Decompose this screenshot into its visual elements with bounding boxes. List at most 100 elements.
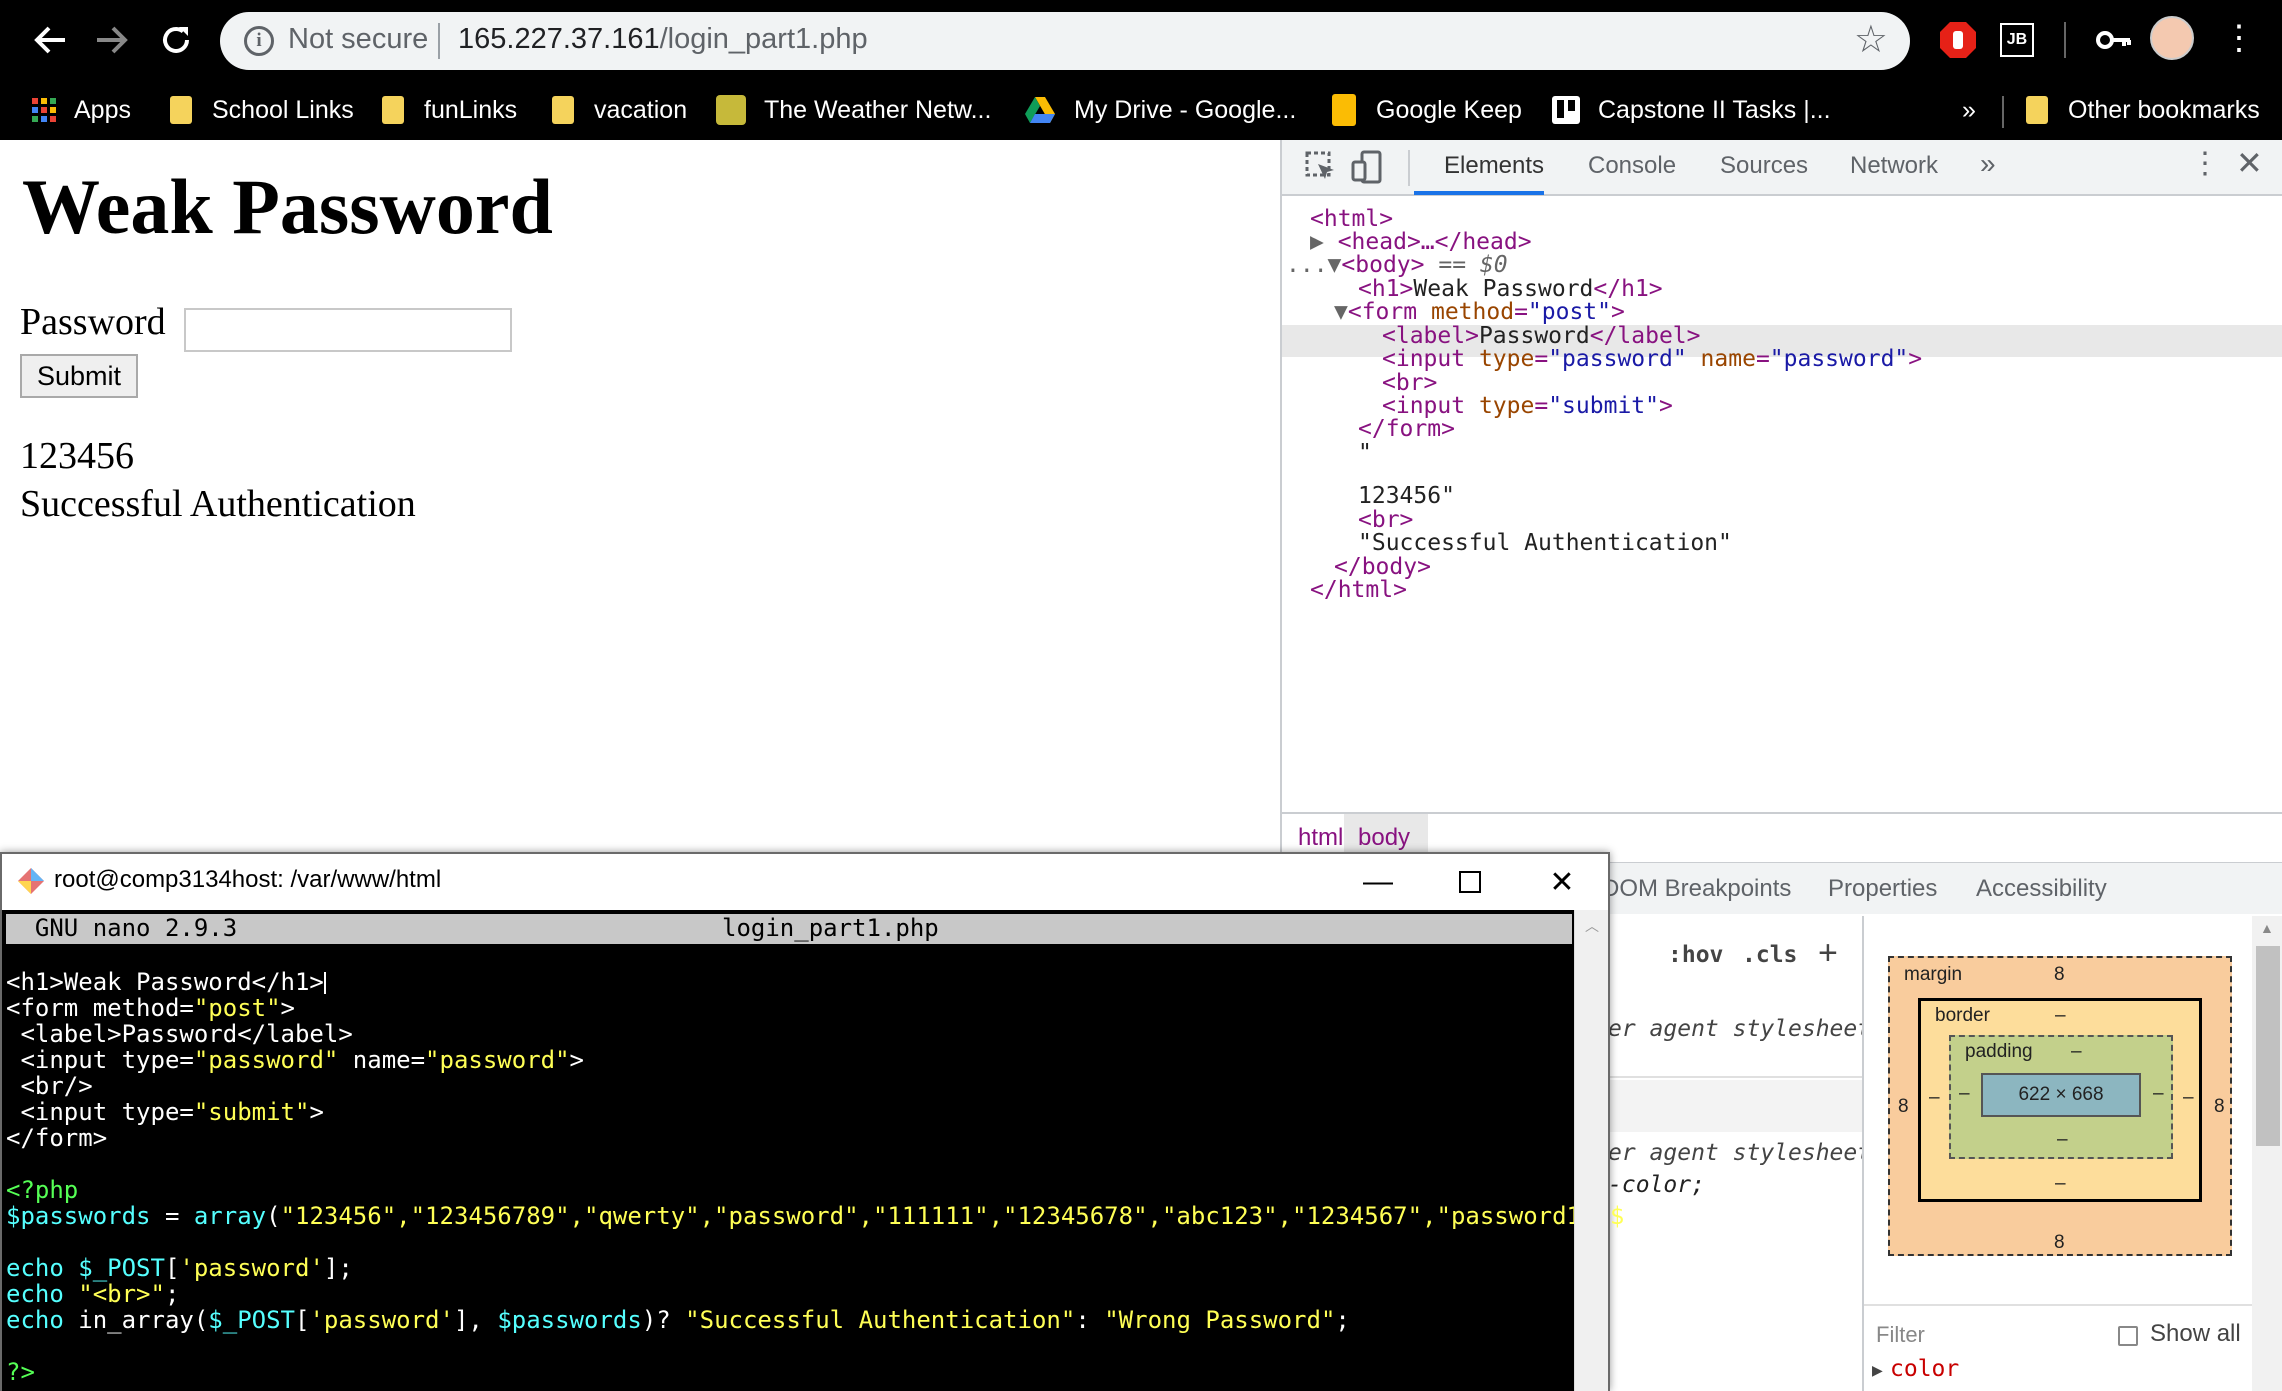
url-text[interactable]: 165.227.37.161/login_part1.php	[458, 23, 868, 56]
url-host: 165.227.37.161	[458, 23, 660, 55]
tab-network[interactable]: Network	[1850, 152, 1938, 180]
profile-avatar[interactable]	[2150, 16, 2194, 60]
code-line: echo in_array($_POST['password'], $passw…	[6, 1306, 1350, 1334]
bookmark-google-keep[interactable]: Google Keep	[1332, 88, 1522, 132]
address-bar[interactable]: i Not secure 165.227.37.161/login_part1.…	[220, 12, 1910, 70]
margin-right-value[interactable]: 8	[2214, 1096, 2225, 1118]
padding-bottom-value[interactable]: –	[2057, 1129, 2068, 1151]
url-path: /login_part1.php	[659, 23, 868, 55]
new-style-rule-button[interactable]: +	[1818, 934, 1838, 973]
padding-top-value[interactable]: –	[2071, 1041, 2082, 1063]
border-top-value[interactable]: –	[2055, 1005, 2066, 1027]
bookmark-funlinks[interactable]: funLinks	[382, 88, 517, 132]
scroll-up-icon[interactable]: ︿	[1585, 916, 1599, 936]
nano-header: GNU nano 2.9.3 login_part1.php	[6, 914, 1572, 944]
dom-node-input-password[interactable]: <input type="password" name="password">	[1382, 346, 1922, 372]
other-bookmarks[interactable]: Other bookmarks	[2026, 88, 2260, 132]
computed-filter-input[interactable]: Filter	[1876, 1322, 1925, 1348]
bookmark-capstone[interactable]: Capstone II Tasks |...	[1552, 88, 1831, 132]
active-tab-indicator	[1414, 191, 1544, 195]
folder-icon	[552, 96, 574, 124]
close-devtools-icon[interactable]: ✕	[2236, 144, 2263, 182]
tabs-overflow-button[interactable]: »	[1980, 148, 1996, 180]
cls-toggle[interactable]: .cls	[1742, 942, 1797, 968]
padding-left-value[interactable]: –	[1959, 1083, 1970, 1105]
margin-top-value[interactable]: 8	[2054, 964, 2065, 986]
hov-toggle[interactable]: :hov	[1668, 942, 1723, 968]
menu-kebab-icon[interactable]: ⋮	[2222, 18, 2256, 62]
maximize-icon[interactable]	[1424, 854, 1516, 910]
show-all-checkbox[interactable]	[2118, 1326, 2138, 1346]
dom-node-form-close[interactable]: </form>	[1358, 416, 1455, 442]
computed-property-color[interactable]: color	[1890, 1356, 1959, 1382]
back-arrow-icon[interactable]	[20, 10, 80, 70]
dom-text-result[interactable]: "Successful Authentication"	[1358, 530, 1732, 556]
code-line: ?>	[6, 1358, 35, 1386]
tab-sources[interactable]: Sources	[1720, 152, 1808, 180]
code-line: <br/>	[6, 1072, 93, 1100]
minimize-icon[interactable]: —	[1332, 854, 1424, 910]
devtools-menu-icon[interactable]: ⋮	[2190, 146, 2220, 181]
bookmark-label: The Weather Netw...	[764, 95, 992, 124]
forward-arrow-icon[interactable]	[82, 10, 142, 70]
bookmarks-overflow-button[interactable]: »	[1962, 88, 1976, 132]
password-input[interactable]	[184, 308, 512, 352]
style-rule-property[interactable]: -color;	[1608, 1172, 1705, 1198]
dom-node-form[interactable]: ▼<form method="post">	[1334, 299, 1625, 325]
security-label: Not secure	[288, 23, 429, 55]
info-icon[interactable]: i	[244, 26, 274, 56]
border-right-value[interactable]: –	[2183, 1087, 2194, 1109]
terminal-titlebar[interactable]: root@comp3134host: /var/www/html — ✕	[2, 854, 1608, 910]
terminal-title: root@comp3134host: /var/www/html	[54, 866, 442, 893]
border-bottom-value[interactable]: –	[2055, 1173, 2066, 1195]
bookmark-vacation[interactable]: vacation	[552, 88, 687, 132]
devtools-tabbar: Elements Console Sources Network » ⋮ ✕	[1282, 140, 2282, 196]
jb-extension-icon[interactable]: JB	[2000, 23, 2034, 57]
bookmark-label: School Links	[212, 95, 354, 124]
tab-accessibility[interactable]: Accessibility	[1976, 875, 2107, 903]
breadcrumb-html[interactable]: html	[1298, 824, 1343, 852]
expand-triangle-icon[interactable]: ▶	[1872, 1362, 1883, 1379]
dom-text-123456[interactable]: 123456"	[1358, 483, 1455, 509]
password-label: Password	[20, 301, 166, 343]
margin-bottom-value[interactable]: 8	[2054, 1232, 2065, 1254]
border-left-value[interactable]: –	[1929, 1087, 1940, 1109]
box-model-margin[interactable]: margin 8 8 8 8 border – – – – padding – …	[1888, 956, 2232, 1256]
device-toolbar-icon[interactable]	[1350, 150, 1384, 184]
submit-button[interactable]: Submit	[20, 354, 138, 398]
box-model-content[interactable]: 622 × 668	[1981, 1073, 2141, 1117]
key-icon[interactable]	[2094, 20, 2134, 60]
browser-toolbar: i Not secure 165.227.37.161/login_part1.…	[0, 0, 2282, 140]
dom-node-html-close[interactable]: </html>	[1310, 577, 1407, 603]
margin-left-value[interactable]: 8	[1898, 1096, 1909, 1118]
dom-node-body[interactable]: ...▼<body> == $0	[1286, 252, 1508, 278]
folder-icon	[170, 96, 192, 124]
tab-console[interactable]: Console	[1588, 152, 1676, 180]
box-model-border[interactable]: border – – – – padding – – – – 622 × 668	[1918, 998, 2202, 1202]
code-line: <input type="submit">	[6, 1098, 324, 1126]
tab-dom-breakpoints[interactable]: DOM Breakpoints	[1602, 875, 1791, 903]
code-line: echo "<br>";	[6, 1280, 180, 1308]
adblock-extension-icon[interactable]	[1938, 20, 1978, 60]
bookmark-star-icon[interactable]: ☆	[1854, 18, 1888, 62]
box-model-padding[interactable]: padding – – – – 622 × 668	[1949, 1035, 2173, 1159]
dom-text-quote[interactable]: "	[1358, 440, 1372, 466]
inspect-element-icon[interactable]	[1304, 150, 1338, 184]
reload-icon[interactable]	[146, 10, 206, 70]
bookmarks-bar: Apps School Links funLinks vacation The …	[0, 82, 2282, 140]
tab-elements[interactable]: Elements	[1444, 152, 1544, 180]
scroll-thumb[interactable]	[2256, 946, 2280, 1146]
bookmark-apps[interactable]: Apps	[32, 88, 131, 132]
padding-right-value[interactable]: –	[2153, 1083, 2164, 1105]
bookmark-weather-network[interactable]: The Weather Netw...	[716, 88, 991, 132]
nano-editor[interactable]: GNU nano 2.9.3 login_part1.php <h1>Weak P…	[2, 910, 1624, 1391]
bookmark-my-drive[interactable]: My Drive - Google...	[1024, 88, 1296, 132]
code-line: $passwords = array("123456","123456789",…	[6, 1202, 1625, 1230]
bookmark-school-links[interactable]: School Links	[170, 88, 354, 132]
close-window-icon[interactable]: ✕	[1516, 854, 1608, 910]
tab-properties[interactable]: Properties	[1828, 875, 1937, 903]
bookmark-label: Apps	[74, 95, 131, 124]
terminal-scrollbar[interactable]: ︿	[1574, 910, 1608, 1391]
bookmark-label: funLinks	[424, 95, 518, 124]
styles-scrollbar[interactable]: ▲	[2252, 916, 2282, 1391]
